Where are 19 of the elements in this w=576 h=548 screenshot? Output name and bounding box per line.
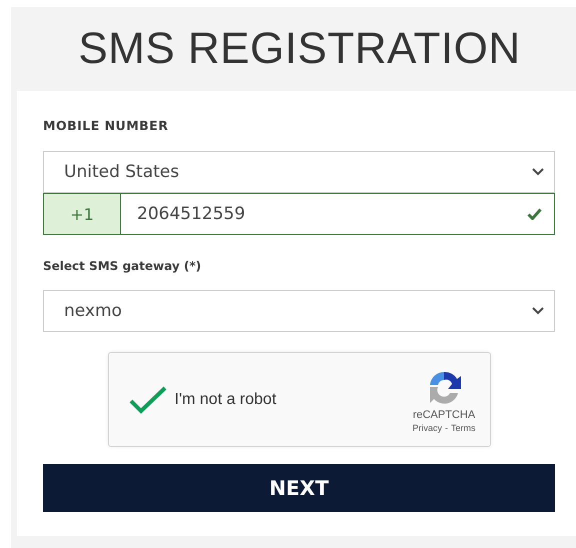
check-icon	[128, 386, 166, 414]
field-label: Select SMS gateway (*)	[43, 259, 202, 273]
next-button[interactable]: NEXT	[43, 464, 555, 512]
phone-field[interactable]: +1 2064512559	[43, 193, 555, 235]
country-code: +1	[44, 194, 121, 234]
chevron-down-icon	[532, 168, 544, 176]
country-select[interactable]: United States	[43, 151, 555, 193]
separator: -	[445, 422, 448, 432]
captcha-checkbox[interactable]	[128, 384, 166, 414]
terms-link[interactable]: Terms	[451, 422, 476, 432]
privacy-link[interactable]: Privacy	[412, 422, 442, 432]
phone-number: 2064512559	[137, 204, 246, 224]
captcha-label: I'm not a robot	[174, 390, 278, 408]
page-title: SMS REGISTRATION	[78, 24, 521, 74]
check-icon	[527, 208, 542, 220]
field-label: MOBILE NUMBER	[43, 118, 168, 133]
gateway-select[interactable]: nexmo	[43, 290, 555, 332]
captcha-brand: reCAPTCHA	[412, 408, 476, 420]
chevron-down-icon	[532, 307, 544, 315]
